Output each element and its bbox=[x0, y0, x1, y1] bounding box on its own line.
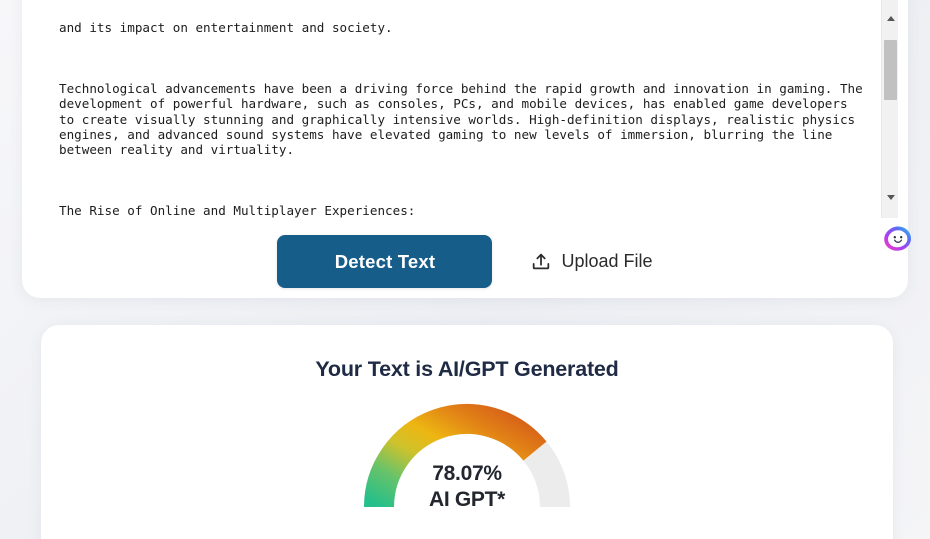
text-paragraph: Technological advancements have been a d… bbox=[59, 81, 871, 158]
textarea-scrollbar[interactable] bbox=[881, 0, 898, 218]
detector-textarea[interactable]: and its impact on entertainment and soci… bbox=[40, 0, 890, 218]
detector-actions: Detect Text Upload File bbox=[22, 235, 908, 288]
upload-icon bbox=[530, 251, 552, 273]
detect-text-button[interactable]: Detect Text bbox=[277, 235, 493, 288]
chat-assistant-blob-icon bbox=[884, 226, 911, 251]
gauge-unit-label: AI GPT* bbox=[428, 487, 506, 511]
text-detector-card: and its impact on entertainment and soci… bbox=[22, 0, 908, 298]
gauge-readout: 78.07% AI GPT* bbox=[359, 461, 575, 512]
scrollbar-thumb[interactable] bbox=[884, 40, 897, 100]
text-paragraph: The Rise of Online and Multiplayer Exper… bbox=[59, 202, 416, 218]
scroll-down-arrow-icon[interactable] bbox=[882, 189, 899, 206]
upload-file-button[interactable]: Upload File bbox=[530, 251, 653, 273]
result-title: Your Text is AI/GPT Generated bbox=[315, 357, 619, 381]
result-card: Your Text is AI/GPT Generated 78.07% AI … bbox=[41, 325, 893, 539]
gauge-percent-value: 78.07% bbox=[432, 462, 502, 485]
scroll-up-arrow-icon[interactable] bbox=[882, 10, 899, 27]
ai-probability-gauge: 78.07% AI GPT* bbox=[359, 403, 575, 511]
chat-assistant-button[interactable] bbox=[880, 222, 916, 258]
upload-file-label: Upload File bbox=[561, 251, 653, 271]
text-paragraph: and its impact on entertainment and soci… bbox=[59, 20, 393, 36]
detector-textarea-content[interactable]: and its impact on entertainment and soci… bbox=[59, 0, 864, 218]
